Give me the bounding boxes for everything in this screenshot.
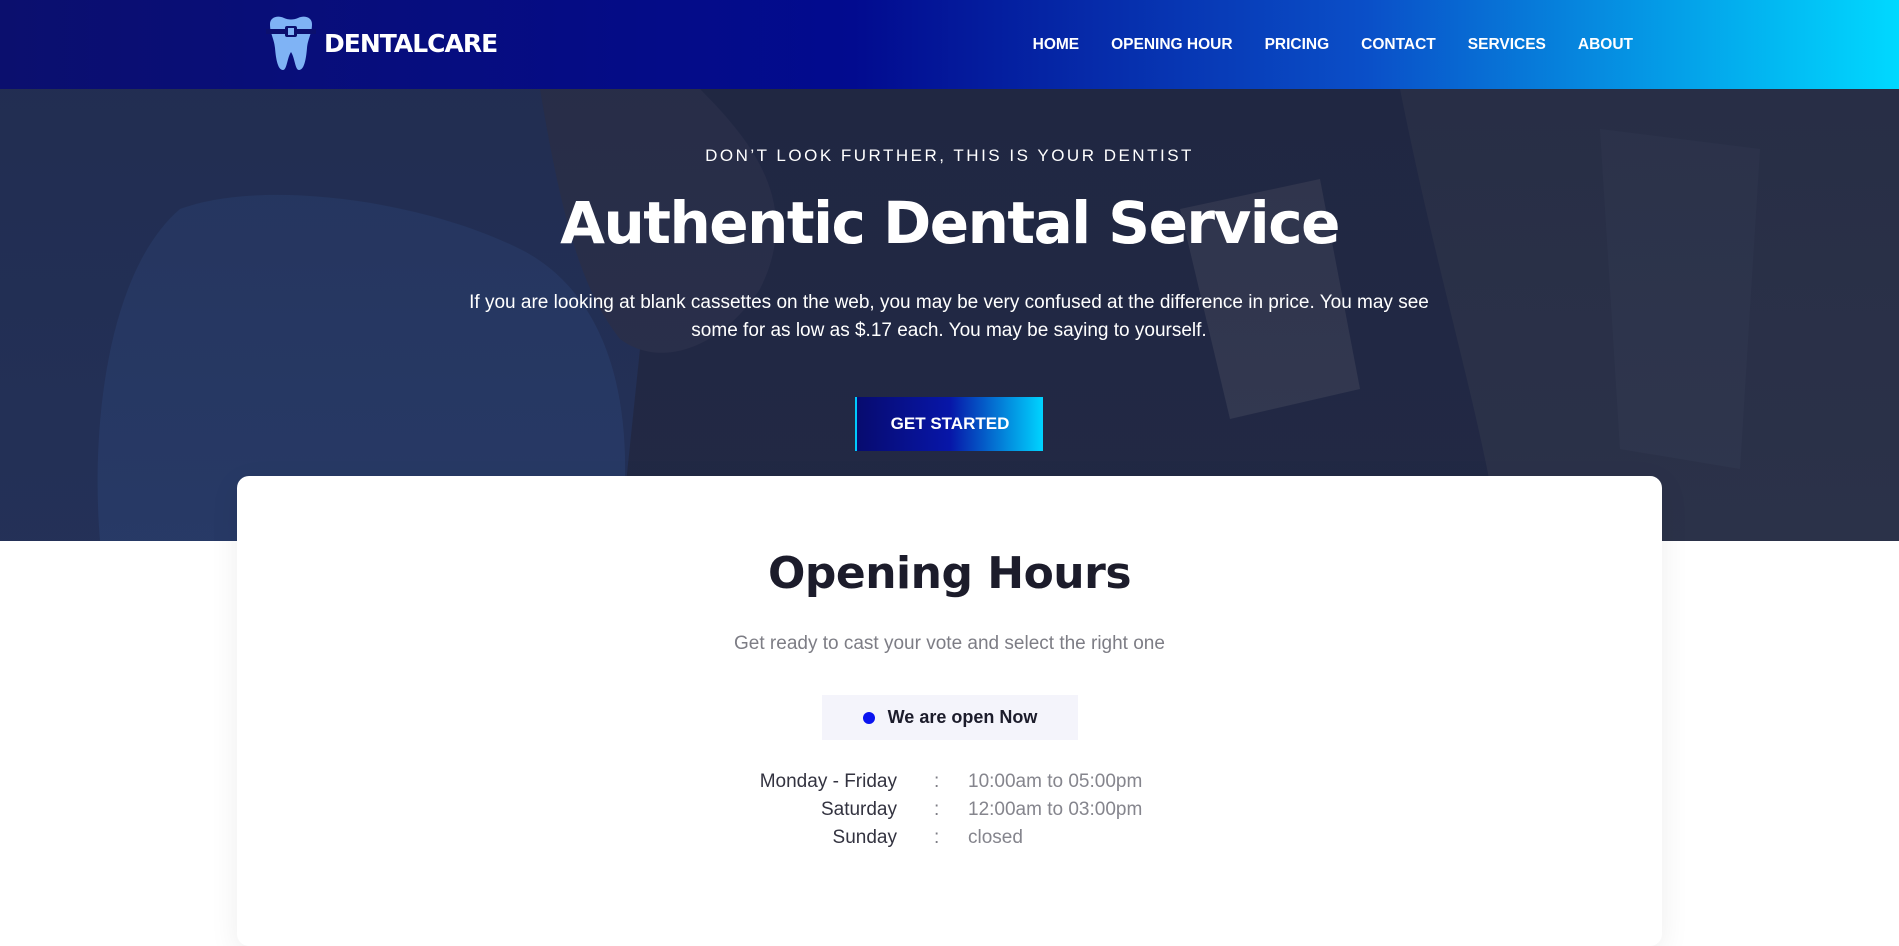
- site-header: DENTALCARE HOME OPENING HOUR PRICING CON…: [0, 0, 1899, 89]
- opening-hours-card: Opening Hours Get ready to cast your vot…: [237, 476, 1662, 946]
- hours-time: 10:00am to 05:00pm: [968, 771, 1143, 792]
- nav-opening-hour[interactable]: OPENING HOUR: [1111, 36, 1232, 54]
- hours-row: Sunday : closed: [237, 827, 1662, 855]
- nav-home[interactable]: HOME: [1033, 36, 1080, 54]
- hours-separator: :: [934, 799, 940, 820]
- opening-hours-subtitle: Get ready to cast your vote and select t…: [734, 633, 1165, 654]
- hours-time: closed: [968, 827, 1023, 848]
- get-started-button[interactable]: GET STARTED: [855, 397, 1043, 451]
- nav-pricing[interactable]: PRICING: [1265, 36, 1330, 54]
- hours-row: Saturday : 12:00am to 03:00pm: [237, 799, 1662, 827]
- hours-time: 12:00am to 03:00pm: [968, 799, 1143, 820]
- hours-day: Sunday: [832, 827, 897, 848]
- hero-title: Authentic Dental Service: [560, 189, 1340, 257]
- logo-text: DENTALCARE: [324, 28, 498, 58]
- hero-section: DON’T LOOK FURTHER, THIS IS YOUR DENTIST…: [0, 89, 1899, 541]
- tooth-icon: [266, 16, 316, 70]
- logo[interactable]: DENTALCARE: [262, 14, 498, 72]
- open-status-badge: We are open Now: [822, 695, 1078, 740]
- hours-separator: :: [934, 827, 940, 848]
- hero-eyebrow: DON’T LOOK FURTHER, THIS IS YOUR DENTIST: [705, 146, 1194, 165]
- hours-day: Monday - Friday: [759, 771, 897, 792]
- hero-description: If you are looking at blank cassettes on…: [469, 292, 1429, 341]
- hours-table: Monday - Friday : 10:00am to 05:00pm Sat…: [237, 771, 1662, 855]
- hours-row: Monday - Friday : 10:00am to 05:00pm: [237, 771, 1662, 799]
- nav-services[interactable]: SERVICES: [1468, 36, 1546, 54]
- main-nav: HOME OPENING HOUR PRICING CONTACT SERVIC…: [1001, 0, 1633, 89]
- status-dot-icon: [862, 711, 875, 724]
- nav-about[interactable]: ABOUT: [1578, 36, 1633, 54]
- nav-contact[interactable]: CONTACT: [1361, 36, 1436, 54]
- open-status-text: We are open Now: [887, 707, 1038, 727]
- opening-hours-title: Opening Hours: [767, 548, 1132, 599]
- hours-day: Saturday: [820, 799, 897, 820]
- hours-separator: :: [934, 771, 940, 792]
